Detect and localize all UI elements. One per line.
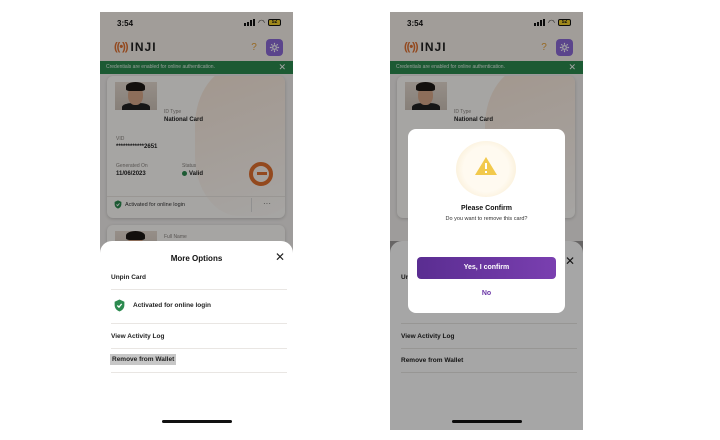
unpin-card-option[interactable]: Unpin Card — [111, 274, 146, 281]
confirm-dialog: Please Confirm Do you want to remove thi… — [408, 129, 565, 313]
warning-icon — [475, 157, 497, 175]
phone-screen-more-options: 3:54 ◠ 52 ((•)) INJI ? Credentials are e… — [100, 12, 293, 430]
view-activity-log-option[interactable]: View Activity Log — [111, 333, 164, 340]
sheet-title: More Options — [170, 254, 223, 263]
dialog-message: Do you want to remove this card? — [445, 216, 528, 222]
activated-option[interactable]: Activated for online login — [114, 299, 211, 312]
more-options-sheet: More Options ✕ Unpin Card Activated for … — [100, 241, 293, 430]
warning-badge — [456, 141, 516, 197]
shield-check-icon — [114, 299, 125, 312]
remove-from-wallet-option[interactable]: Remove from Wallet — [110, 354, 177, 365]
confirm-button[interactable]: Yes, I confirm — [417, 257, 556, 279]
phone-screen-confirm: 3:54 ◠ 52 ((•)) INJI ? Credentials are e… — [390, 12, 583, 430]
home-indicator — [162, 420, 232, 423]
divider — [111, 348, 287, 349]
divider — [111, 323, 287, 324]
activated-option-label: Activated for online login — [133, 302, 212, 309]
dialog-title: Please Confirm — [461, 205, 512, 212]
divider — [111, 372, 287, 373]
divider — [111, 289, 287, 290]
no-button[interactable]: No — [408, 290, 565, 297]
close-icon[interactable]: ✕ — [275, 251, 285, 263]
